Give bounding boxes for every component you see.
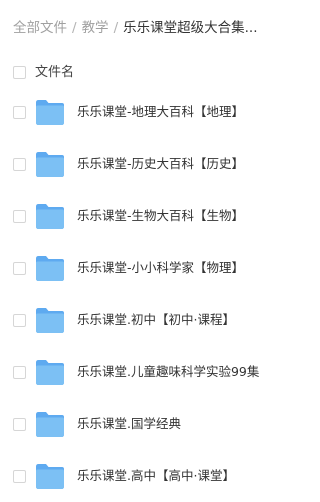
row-checkbox[interactable] xyxy=(13,158,26,171)
filename-column-header[interactable]: 文件名 xyxy=(35,61,74,85)
select-all-checkbox[interactable] xyxy=(13,66,26,79)
file-row-geography[interactable]: 乐乐课堂-地理大百科【地理】 xyxy=(0,86,295,138)
folder-icon xyxy=(35,306,65,334)
folder-icon xyxy=(35,202,65,230)
row-checkbox[interactable] xyxy=(13,106,26,119)
file-name[interactable]: 乐乐课堂.儿童趣味科学实验99集 xyxy=(77,361,259,383)
folder-icon xyxy=(35,358,65,386)
breadcrumb-all-files[interactable]: 全部文件 xyxy=(13,17,67,39)
row-checkbox[interactable] xyxy=(13,366,26,379)
row-checkbox[interactable] xyxy=(13,262,26,275)
file-row-history[interactable]: 乐乐课堂-历史大百科【历史】 xyxy=(0,138,295,190)
file-name[interactable]: 乐乐课堂-历史大百科【历史】 xyxy=(77,153,244,175)
folder-icon xyxy=(35,410,65,438)
folder-icon xyxy=(35,150,65,178)
file-name[interactable]: 乐乐课堂.国学经典 xyxy=(77,413,181,435)
breadcrumb: 全部文件 / 教学 / 乐乐课堂超级大合集... xyxy=(13,17,258,39)
file-list: 乐乐课堂-地理大百科【地理】 乐乐课堂-历史大百科【历史】 乐乐课堂-生物大百科【生… xyxy=(0,86,295,502)
row-checkbox[interactable] xyxy=(13,470,26,483)
file-row-senior-high[interactable]: 乐乐课堂.高中【高中·课堂】 xyxy=(0,450,295,502)
file-row-junior-high[interactable]: 乐乐课堂.初中【初中·课程】 xyxy=(0,294,295,346)
row-checkbox[interactable] xyxy=(13,418,26,431)
file-name[interactable]: 乐乐课堂-小小科学家【物理】 xyxy=(77,257,244,279)
file-name[interactable]: 乐乐课堂.高中【高中·课堂】 xyxy=(77,465,235,487)
folder-icon xyxy=(35,98,65,126)
row-checkbox[interactable] xyxy=(13,314,26,327)
file-row-sinology[interactable]: 乐乐课堂.国学经典 xyxy=(0,398,295,450)
breadcrumb-current-folder: 乐乐课堂超级大合集... xyxy=(123,20,258,36)
file-name[interactable]: 乐乐课堂-地理大百科【地理】 xyxy=(77,101,244,123)
breadcrumb-teaching[interactable]: 教学 xyxy=(82,17,109,39)
file-name[interactable]: 乐乐课堂-生物大百科【生物】 xyxy=(77,205,244,227)
breadcrumb-separator: / xyxy=(72,20,77,36)
breadcrumb-separator: / xyxy=(113,20,119,36)
file-row-kids-science[interactable]: 乐乐课堂.儿童趣味科学实验99集 xyxy=(0,346,295,398)
row-checkbox[interactable] xyxy=(13,210,26,223)
folder-icon xyxy=(35,254,65,282)
file-row-biology[interactable]: 乐乐课堂-生物大百科【生物】 xyxy=(0,190,295,242)
file-list-header: 文件名 xyxy=(0,61,295,85)
file-name[interactable]: 乐乐课堂.初中【初中·课程】 xyxy=(77,309,235,331)
file-row-little-scientist[interactable]: 乐乐课堂-小小科学家【物理】 xyxy=(0,242,295,294)
folder-icon xyxy=(35,462,65,490)
